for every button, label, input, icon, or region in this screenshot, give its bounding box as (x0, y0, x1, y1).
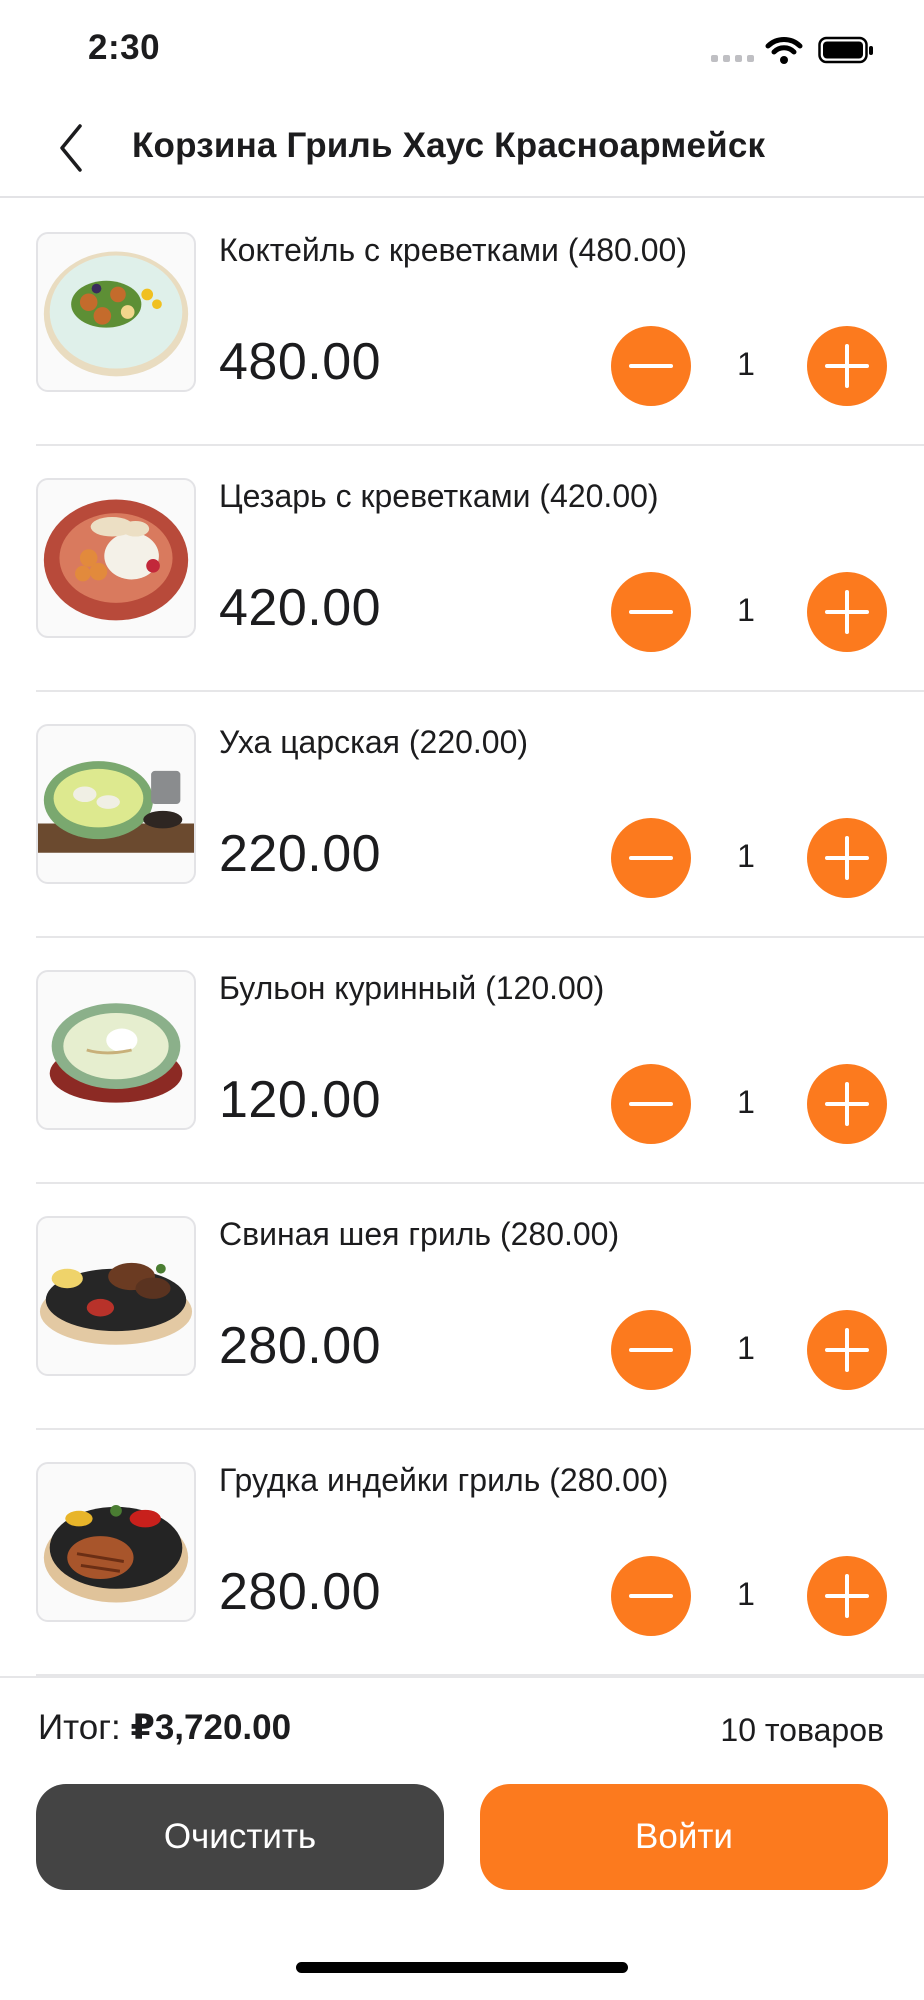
total-prefix: Итог: (38, 1708, 121, 1747)
minus-icon (629, 1594, 673, 1598)
increase-button[interactable] (807, 818, 887, 898)
status-time: 2:30 (88, 28, 161, 67)
dish-photo (36, 1462, 196, 1622)
minus-icon (629, 856, 673, 860)
status-bar: 2:30 (0, 0, 924, 100)
cart-item: Грудка индейки гриль (280.00) 280.00 1 (36, 1430, 924, 1676)
quantity-value: 1 (737, 838, 755, 874)
quantity-value: 1 (737, 1330, 755, 1366)
quantity-value: 1 (737, 592, 755, 628)
item-name: Свиная шея гриль (280.00) (219, 1216, 620, 1252)
home-indicator[interactable] (296, 1962, 628, 1973)
cart-screen: 2:30 Корзина Гриль Хаус Красноармейск Ко… (0, 0, 924, 2000)
item-name: Бульон куринный (120.00) (219, 970, 605, 1006)
quantity-value: 1 (737, 346, 755, 382)
increase-button[interactable] (807, 1556, 887, 1636)
increase-button[interactable] (807, 1064, 887, 1144)
cart-item: Бульон куринный (120.00) 120.00 1 (36, 938, 924, 1184)
chevron-left-icon (60, 124, 82, 172)
cellular-signal-icon (711, 55, 754, 62)
dish-photo (36, 970, 196, 1130)
item-price: 480.00 (219, 333, 382, 391)
decrease-button[interactable] (611, 818, 691, 898)
item-name: Цезарь с креветками (420.00) (219, 478, 659, 514)
wifi-icon (765, 37, 803, 64)
cart-item: Коктейль с креветками (480.00) 480.00 1 (36, 200, 924, 446)
item-name: Коктейль с креветками (480.00) (219, 232, 687, 268)
clear-cart-button[interactable]: Очистить (36, 1784, 444, 1890)
item-price: 280.00 (219, 1563, 382, 1621)
login-label: Войти (635, 1817, 733, 1856)
dish-photo (36, 232, 196, 392)
item-name: Уха царская (220.00) (219, 724, 529, 760)
cart-list[interactable]: Коктейль с креветками (480.00) 480.00 1 … (0, 200, 924, 1676)
item-name: Грудка индейки гриль (280.00) (219, 1462, 669, 1498)
minus-icon (629, 364, 673, 368)
dish-photo (36, 724, 196, 884)
increase-button[interactable] (807, 1310, 887, 1390)
item-price: 220.00 (219, 825, 382, 883)
battery-icon (818, 36, 873, 64)
total-value: ₽3,720.00 (130, 1708, 292, 1747)
login-button[interactable]: Войти (480, 1784, 888, 1890)
item-price: 120.00 (219, 1071, 382, 1129)
back-button[interactable] (46, 118, 106, 178)
cart-item: Цезарь с креветками (420.00) 420.00 1 (36, 446, 924, 692)
decrease-button[interactable] (611, 1064, 691, 1144)
increase-button[interactable] (807, 572, 887, 652)
decrease-button[interactable] (611, 1556, 691, 1636)
decrease-button[interactable] (611, 572, 691, 652)
dish-photo (36, 478, 196, 638)
item-price: 280.00 (219, 1317, 382, 1375)
minus-icon (629, 610, 673, 614)
dish-photo (36, 1216, 196, 1376)
cart-item: Свиная шея гриль (280.00) 280.00 1 (36, 1184, 924, 1430)
minus-icon (629, 1348, 673, 1352)
item-price: 420.00 (219, 579, 382, 637)
quantity-value: 1 (737, 1084, 755, 1120)
quantity-value: 1 (737, 1576, 755, 1612)
increase-button[interactable] (807, 326, 887, 406)
cart-footer: Итог: ₽3,720.00 10 товаров Очистить Войт… (0, 1676, 924, 2000)
cart-item: Уха царская (220.00) 220.00 1 (36, 692, 924, 938)
navigation-bar: Корзина Гриль Хаус Красноармейск (0, 100, 924, 198)
cart-total: Итог: ₽3,720.00 (38, 1708, 291, 1748)
clear-cart-label: Очистить (163, 1817, 317, 1856)
page-title: Корзина Гриль Хаус Красноармейск (132, 126, 766, 165)
decrease-button[interactable] (611, 326, 691, 406)
minus-icon (629, 1102, 673, 1106)
items-count: 10 товаров (720, 1712, 884, 1748)
decrease-button[interactable] (611, 1310, 691, 1390)
